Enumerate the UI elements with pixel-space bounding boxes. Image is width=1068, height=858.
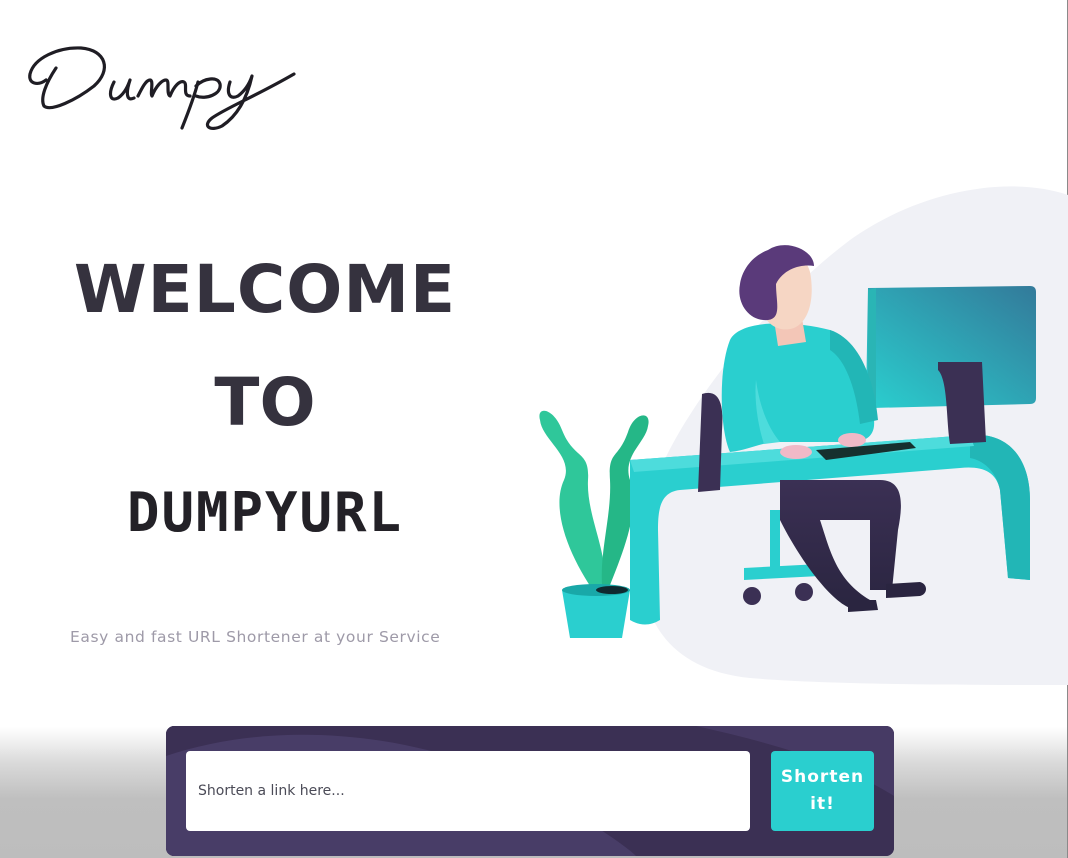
shorten-panel: Shorten it! [166, 726, 894, 856]
hero-to-heading: TO [214, 364, 316, 441]
person-at-desk-illustration [539, 186, 1068, 685]
shorten-link-input[interactable] [186, 751, 750, 831]
hero-welcome-heading: WELCOME [73, 251, 457, 328]
hero: WELCOME TO DUMPYURL [60, 250, 470, 543]
dumpy-logo[interactable] [26, 38, 306, 133]
hero-brand-heading: DUMPYURL [126, 481, 404, 544]
shorten-it-button[interactable]: Shorten it! [771, 751, 874, 831]
hero-tagline: Easy and fast URL Shortener at your Serv… [70, 628, 441, 646]
